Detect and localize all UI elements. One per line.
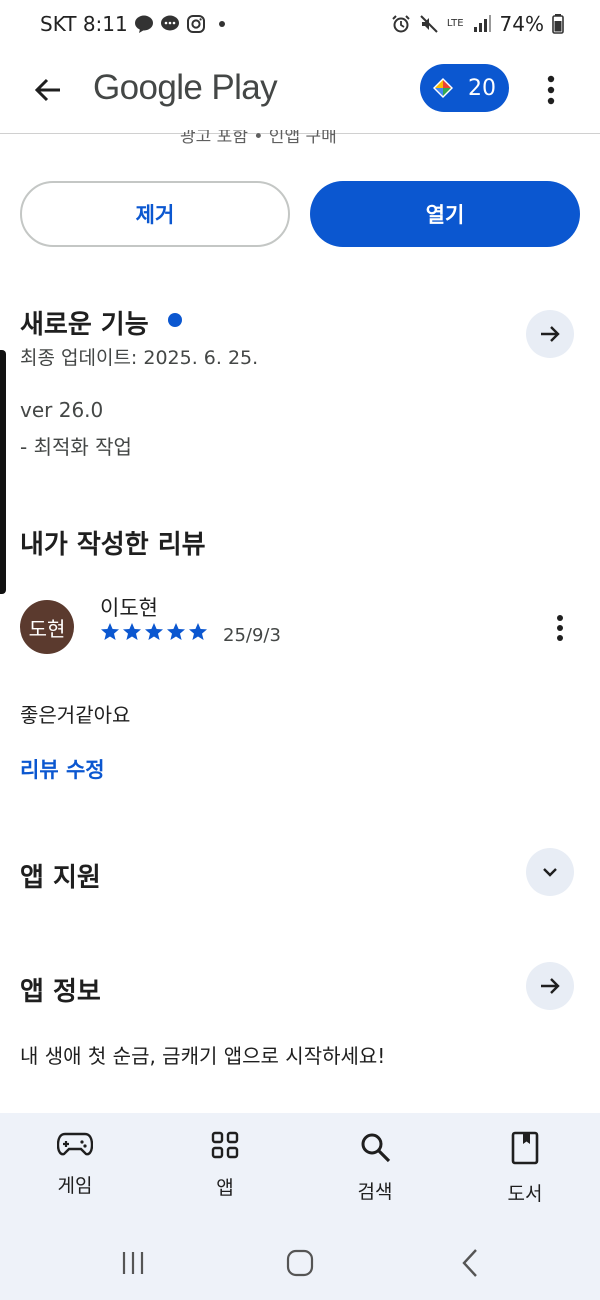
star-icon	[145, 623, 163, 640]
nav-label-books: 도서	[507, 1183, 543, 1205]
new-indicator-dot	[168, 313, 182, 327]
app-support-expand-button[interactable]	[526, 848, 574, 896]
star-icon	[123, 623, 141, 640]
nav-item-search[interactable]: 검색	[320, 1131, 430, 1204]
recent-apps-icon	[122, 1252, 144, 1274]
arrow-forward-icon	[541, 978, 560, 994]
bottom-navigation: 게임 앱 검색 도서	[0, 1113, 600, 1225]
play-points-button[interactable]: 20	[420, 64, 509, 112]
play-points-count: 20	[468, 75, 496, 101]
system-back-button[interactable]	[450, 1245, 490, 1281]
last-updated: 최종 업데이트: 2025. 6. 25.	[20, 347, 259, 369]
review-text: 좋은거같아요	[20, 703, 131, 727]
chat-notification-icon	[160, 15, 179, 31]
open-button[interactable]: 열기	[310, 181, 580, 247]
review-date: 25/9/3	[223, 625, 281, 646]
my-review-title: 내가 작성한 리뷰	[20, 530, 206, 560]
nav-item-books[interactable]: 도서	[470, 1131, 580, 1206]
system-navigation-bar	[0, 1225, 600, 1300]
nav-label-apps: 앱	[216, 1177, 234, 1199]
app-header: Google Play 20	[0, 52, 600, 134]
book-icon	[511, 1131, 539, 1165]
edge-panel-handle[interactable]	[0, 350, 6, 594]
uninstall-button[interactable]: 제거	[20, 181, 290, 247]
star-icon	[189, 623, 207, 640]
recent-apps-button[interactable]	[113, 1245, 153, 1281]
more-vert-icon	[557, 615, 563, 641]
nav-item-apps[interactable]: 앱	[170, 1131, 280, 1200]
home-icon	[286, 1249, 314, 1277]
whats-new-title: 새로운 기능	[20, 310, 149, 340]
nav-label-search: 검색	[357, 1181, 393, 1203]
star-icon	[101, 623, 119, 640]
nav-label-games: 게임	[57, 1175, 93, 1197]
app-support-title[interactable]: 앱 지원	[20, 857, 101, 894]
update-note: - 최적화 작업	[20, 435, 132, 459]
talk-notification-icon	[134, 15, 153, 33]
apps-grid-icon	[211, 1131, 239, 1159]
carrier-time: SKT 8:11	[40, 12, 128, 36]
whats-new-arrow-button[interactable]	[526, 310, 574, 358]
more-options-button[interactable]	[536, 70, 566, 110]
nav-item-games[interactable]: 게임	[20, 1131, 130, 1198]
more-vert-icon	[547, 75, 555, 105]
star-icon	[167, 623, 185, 640]
instagram-notification-icon	[186, 15, 205, 33]
arrow-forward-icon	[541, 326, 560, 342]
gamepad-icon	[57, 1132, 93, 1156]
battery-icon	[552, 14, 564, 34]
back-button[interactable]	[28, 70, 68, 110]
google-play-logo: Google Play	[93, 68, 278, 107]
system-back-icon	[462, 1249, 477, 1277]
ads-iap-notice: 광고 포함 • 인앱 구매	[180, 130, 337, 147]
search-icon	[361, 1133, 391, 1163]
alarm-icon	[392, 15, 410, 33]
network-type: LTE	[446, 18, 464, 29]
signal-icon	[473, 15, 491, 32]
app-description: 내 생애 첫 순금, 금캐기 앱으로 시작하세요!	[20, 1044, 386, 1068]
mute-icon	[420, 15, 438, 33]
star-rating	[100, 622, 208, 642]
review-author: 이도현	[100, 596, 158, 620]
app-info-arrow-button[interactable]	[526, 962, 574, 1010]
version-text: ver 26.0	[20, 398, 104, 422]
more-notifications-dot-icon	[218, 21, 225, 27]
review-more-button[interactable]	[546, 610, 574, 646]
status-bar: SKT 8:11 LTE 74%	[0, 0, 600, 52]
back-arrow-icon	[34, 78, 60, 102]
app-info-title: 앱 정보	[20, 977, 101, 1007]
edit-review-link[interactable]: 리뷰 수정	[20, 754, 105, 784]
play-points-diamond-icon	[433, 78, 453, 98]
avatar: 도현	[20, 600, 74, 654]
chevron-down-icon	[543, 868, 557, 877]
home-button[interactable]	[280, 1245, 320, 1281]
battery-percent: 74%	[499, 12, 544, 36]
